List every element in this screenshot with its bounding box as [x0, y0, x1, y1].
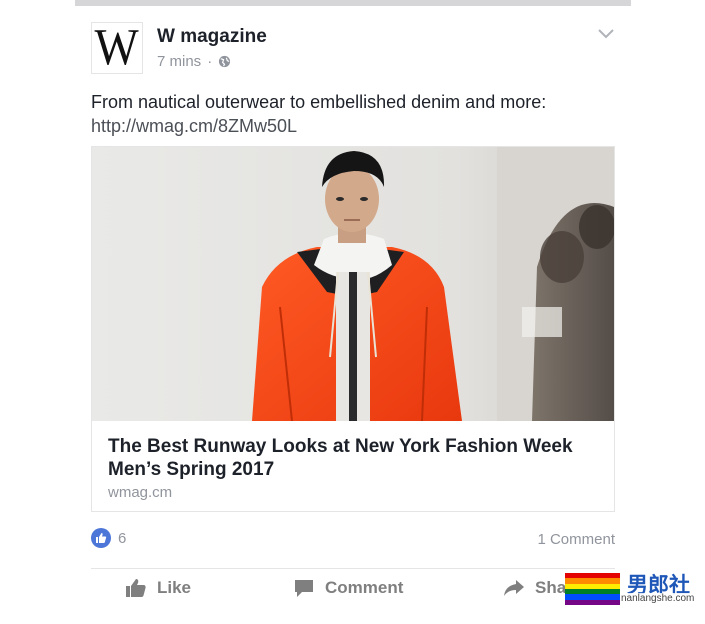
post-meta: 7 mins · — [157, 53, 231, 70]
page-avatar[interactable]: W — [91, 22, 143, 74]
reaction-summary[interactable]: 6 — [91, 528, 126, 548]
divider — [91, 568, 615, 569]
share-label: Sha — [535, 578, 567, 597]
comment-button[interactable]: Comment — [293, 578, 403, 598]
chevron-down-icon[interactable] — [597, 28, 615, 40]
like-button[interactable]: Like — [125, 578, 191, 598]
like-count: 6 — [118, 529, 127, 547]
page-name-link[interactable]: W magazine — [157, 26, 267, 48]
post-timestamp[interactable]: 7 mins — [157, 53, 201, 70]
preview-image[interactable] — [92, 147, 614, 421]
globe-icon — [219, 55, 231, 68]
avatar-logo-letter: W — [94, 19, 140, 76]
like-badge-icon — [91, 528, 111, 548]
runway-photo — [92, 147, 614, 421]
post-text: From nautical outerwear to embellished d… — [91, 90, 611, 138]
action-bar: Like Comment Sha — [75, 578, 631, 618]
post-card: W W magazine 7 mins · From nautical oute… — [75, 6, 631, 624]
like-label: Like — [157, 578, 192, 597]
watermark: 男郎社 nanlangshe.com — [565, 569, 705, 607]
share-button[interactable]: Sha — [503, 578, 566, 598]
post-message: From nautical outerwear to embellished d… — [91, 92, 547, 112]
comment-label: Comment — [325, 578, 404, 597]
preview-domain: wmag.cm — [108, 484, 173, 501]
preview-title[interactable]: The Best Runway Looks at New York Fashio… — [108, 435, 588, 481]
share-arrow-icon — [504, 580, 524, 596]
comment-bubble-icon — [295, 580, 313, 597]
watermark-url: nanlangshe.com — [621, 593, 695, 604]
post-link[interactable]: http://wmag.cm/8ZMw50L — [91, 114, 611, 138]
link-preview-card[interactable]: The Best Runway Looks at New York Fashio… — [91, 146, 615, 512]
comment-count-link[interactable]: 1 Comment — [537, 531, 615, 548]
thumbs-up-icon — [126, 579, 146, 597]
rainbow-flag-icon — [565, 573, 620, 605]
meta-separator: · — [207, 53, 213, 70]
